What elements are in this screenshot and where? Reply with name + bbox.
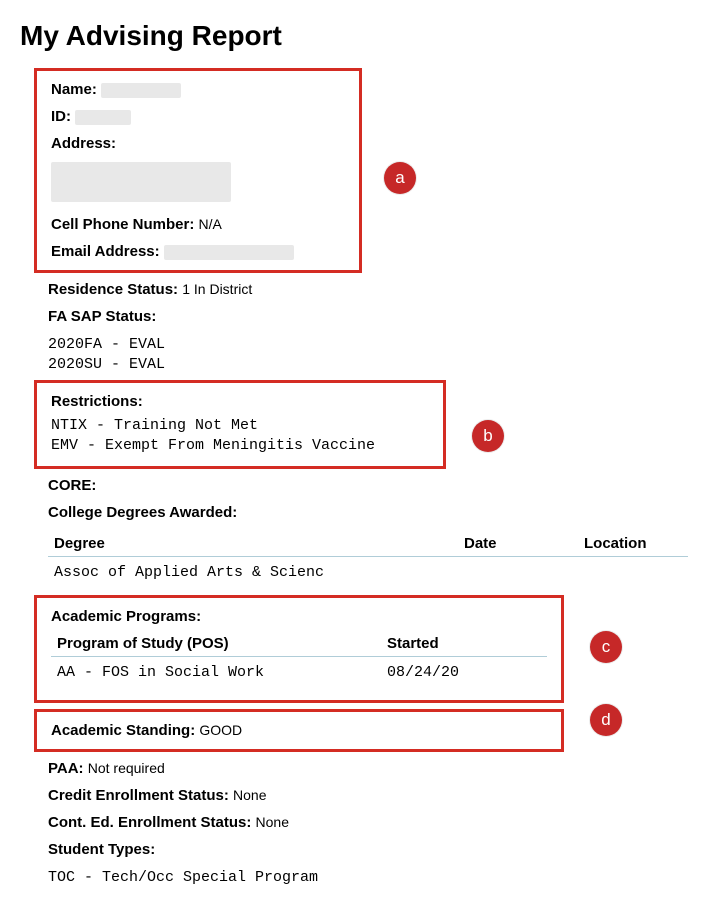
cont-ed-label: Cont. Ed. Enrollment Status:	[48, 814, 251, 831]
id-label: ID:	[51, 108, 71, 125]
callout-b: b	[472, 420, 504, 452]
page-title: My Advising Report	[20, 20, 701, 52]
standing-value: GOOD	[199, 722, 242, 738]
degrees-row-location	[584, 563, 682, 583]
student-types-lines: TOC - Tech/Occ Special Program	[48, 868, 701, 888]
academic-programs-box: Academic Programs: Program of Study (POS…	[34, 595, 564, 702]
cell-label: Cell Phone Number:	[51, 216, 194, 233]
paa-label: PAA:	[48, 760, 84, 777]
cell-value: N/A	[199, 216, 222, 232]
name-redacted	[101, 83, 181, 98]
degrees-header-location: Location	[584, 535, 682, 552]
programs-row-started: 08/24/20	[387, 663, 541, 683]
restrictions-label: Restrictions:	[51, 393, 143, 410]
restrictions-lines: NTIX - Training Not Met EMV - Exempt Fro…	[51, 416, 429, 457]
paa-value: Not required	[88, 760, 165, 776]
callout-d: d	[590, 704, 622, 736]
degrees-header-date: Date	[464, 535, 584, 552]
degrees-header-degree: Degree	[54, 535, 464, 552]
name-label: Name:	[51, 81, 97, 98]
programs-row-pos: AA - FOS in Social Work	[57, 663, 387, 683]
email-redacted	[164, 245, 294, 260]
restrictions-box: Restrictions: NTIX - Training Not Met EM…	[34, 380, 446, 470]
email-label: Email Address:	[51, 243, 160, 260]
personal-info-box: Name: ID: Address: Cell Phone Number: N/…	[34, 68, 362, 273]
degrees-row-degree: Assoc of Applied Arts & Scienc	[54, 563, 464, 583]
credit-enroll-label: Credit Enrollment Status:	[48, 787, 229, 804]
programs-table: Program of Study (POS) Started AA - FOS …	[51, 631, 547, 689]
callout-c: c	[590, 631, 622, 663]
residence-value: 1 In District	[182, 281, 252, 297]
address-label: Address:	[51, 135, 116, 152]
programs-label: Academic Programs:	[51, 608, 201, 625]
residence-label: Residence Status:	[48, 281, 178, 298]
credit-enroll-value: None	[233, 787, 266, 803]
standing-label: Academic Standing:	[51, 722, 195, 739]
degrees-table: Degree Date Location Assoc of Applied Ar…	[48, 531, 688, 589]
fa-sap-label: FA SAP Status:	[48, 308, 156, 325]
table-row: Assoc of Applied Arts & Scienc	[48, 557, 688, 589]
address-redacted	[51, 162, 231, 202]
callout-a: a	[384, 162, 416, 194]
cont-ed-value: None	[256, 814, 289, 830]
fa-sap-lines: 2020FA - EVAL 2020SU - EVAL	[48, 335, 701, 376]
student-types-label: Student Types:	[48, 841, 155, 858]
programs-header-pos: Program of Study (POS)	[57, 635, 387, 652]
id-redacted	[75, 110, 131, 125]
table-row: AA - FOS in Social Work 08/24/20	[51, 657, 547, 689]
degrees-row-date	[464, 563, 584, 583]
degrees-label: College Degrees Awarded:	[48, 504, 237, 521]
programs-header-started: Started	[387, 635, 541, 652]
academic-standing-box: Academic Standing: GOOD	[34, 709, 564, 752]
core-label: CORE:	[48, 477, 96, 494]
